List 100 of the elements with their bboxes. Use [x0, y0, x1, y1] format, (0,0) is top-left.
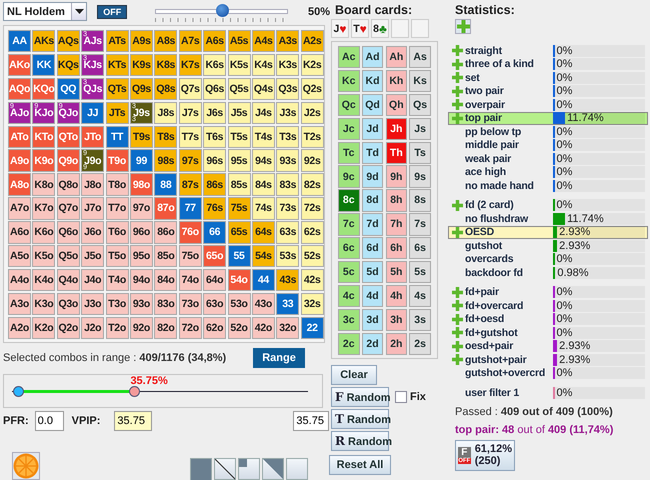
- card-cell[interactable]: Ad: [362, 46, 384, 68]
- statistic-row[interactable]: gutshot 2.93%: [448, 239, 648, 252]
- hand-cell[interactable]: 52o: [228, 316, 251, 340]
- hand-cell[interactable]: K2o: [32, 316, 56, 340]
- hand-cell[interactable]: J5o: [81, 244, 104, 268]
- blank-button[interactable]: [286, 458, 308, 480]
- hand-cell[interactable]: K6s: [203, 54, 226, 76]
- hand-cell[interactable]: J4o: [81, 268, 104, 292]
- hand-cell[interactable]: 42s: [300, 268, 324, 292]
- hand-cell[interactable]: QTs: [106, 78, 129, 100]
- hand-cell[interactable]: A4o: [8, 268, 31, 292]
- card-cell[interactable]: 5h: [386, 261, 408, 284]
- card-cell[interactable]: 2h: [386, 332, 408, 355]
- hand-cell[interactable]: K2s: [300, 54, 324, 76]
- hand-cell[interactable]: 96o: [130, 221, 153, 244]
- hand-cell[interactable]: JJ: [81, 102, 104, 124]
- hand-cell[interactable]: J4s: [252, 102, 275, 124]
- statistic-row[interactable]: fd+pair 0%: [448, 286, 648, 299]
- hand-cell[interactable]: 94o: [130, 268, 153, 292]
- card-cell[interactable]: 8s: [409, 189, 431, 212]
- weight-slider[interactable]: [155, 2, 288, 22]
- hand-cell[interactable]: J8o: [81, 173, 104, 196]
- hand-cell[interactable]: 62s: [300, 221, 324, 244]
- hand-cell[interactable]: 42o: [252, 316, 275, 340]
- hand-cell[interactable]: 77: [178, 197, 202, 220]
- hand-cell[interactable]: JTs: [106, 102, 129, 124]
- hand-cell[interactable]: 84s: [252, 173, 275, 196]
- hand-cell[interactable]: 43s: [276, 268, 300, 292]
- hand-cell[interactable]: Q2o: [56, 316, 80, 340]
- card-cell[interactable]: Ts: [409, 142, 431, 164]
- card-cell[interactable]: 3s: [409, 308, 431, 332]
- card-cell[interactable]: 6h: [386, 237, 408, 260]
- hand-cell[interactable]: Q7o: [56, 197, 80, 220]
- statistic-row[interactable]: fd+gutshot 0%: [448, 326, 648, 340]
- hand-cell[interactable]: 73s: [276, 197, 300, 220]
- hand-cell[interactable]: 62o: [203, 316, 226, 340]
- hand-cell[interactable]: 93o: [130, 292, 153, 316]
- game-dropdown[interactable]: NL Holdem: [3, 2, 88, 22]
- card-cell[interactable]: Ks: [409, 70, 431, 92]
- hand-cell[interactable]: Q8o: [56, 173, 80, 196]
- hand-cell[interactable]: 83s: [276, 173, 300, 196]
- add-button[interactable]: [455, 19, 471, 34]
- hand-cell[interactable]: J3o: [81, 292, 104, 316]
- hand-cell[interactable]: A2o: [8, 316, 31, 340]
- hand-cell[interactable]: 32s: [300, 292, 324, 316]
- card-cell[interactable]: Th: [386, 142, 408, 164]
- card-cell[interactable]: Js: [409, 118, 431, 140]
- hand-cell[interactable]: K7o: [32, 197, 56, 220]
- card-cell[interactable]: Jh: [386, 118, 408, 140]
- card-cell[interactable]: Kc: [338, 70, 360, 92]
- hand-cell[interactable]: A5o: [8, 244, 31, 268]
- statistic-row[interactable]: straight 0%: [448, 44, 648, 58]
- card-cell[interactable]: 5s: [409, 261, 431, 284]
- hand-cell[interactable]: KQs: [56, 54, 80, 76]
- statistic-row[interactable]: fd+overcard 0%: [448, 299, 648, 312]
- random-button[interactable]: R Random: [331, 430, 389, 451]
- hand-cell[interactable]: TT: [106, 126, 129, 148]
- card-cell[interactable]: 4h: [386, 284, 408, 308]
- hand-cell[interactable]: 73o: [178, 292, 202, 316]
- hand-cell[interactable]: K7s: [178, 54, 202, 76]
- card-cell[interactable]: 7d: [362, 213, 384, 236]
- hand-cell[interactable]: 53s: [276, 244, 300, 268]
- hand-cell[interactable]: A9s: [130, 30, 153, 52]
- hand-cell[interactable]: Q6o: [56, 221, 80, 244]
- hand-cell[interactable]: K3s: [276, 54, 300, 76]
- hand-cell[interactable]: T5s: [228, 126, 251, 148]
- pfr-field[interactable]: 0.0: [34, 411, 64, 431]
- hand-cell[interactable]: A5s: [228, 30, 251, 52]
- hand-cell[interactable]: Q5o: [56, 244, 80, 268]
- card-cell[interactable]: Jd: [362, 118, 384, 140]
- hand-cell[interactable]: A6s: [203, 30, 226, 52]
- random-button[interactable]: T Random: [331, 408, 389, 429]
- statistic-row[interactable]: overcards 0%: [448, 252, 648, 266]
- reset-all-button[interactable]: Reset All: [329, 454, 391, 475]
- hand-cell[interactable]: 74s: [252, 197, 275, 220]
- statistic-row[interactable]: weak pair 0%: [448, 152, 648, 166]
- statistic-row[interactable]: fd+oesd 0%: [448, 312, 648, 326]
- hand-cell[interactable]: T8o: [106, 173, 129, 196]
- hand-cell[interactable]: T9s: [130, 126, 153, 148]
- card-cell[interactable]: Ac: [338, 46, 360, 68]
- card-cell[interactable]: 7c: [338, 213, 360, 236]
- card-cell[interactable]: Tc: [338, 142, 360, 164]
- hand-cell[interactable]: A4s: [252, 30, 275, 52]
- hand-cell[interactable]: K6o: [32, 221, 56, 244]
- hand-cell[interactable]: 64s: [252, 221, 275, 244]
- card-cell[interactable]: 6s: [409, 237, 431, 260]
- hand-cell[interactable]: Q3o: [56, 292, 80, 316]
- board-card-slot[interactable]: J♥: [331, 19, 349, 38]
- statistic-row[interactable]: overpair 0%: [448, 98, 648, 112]
- hand-cell[interactable]: 92o: [130, 316, 153, 340]
- hand-cell[interactable]: 63s: [276, 221, 300, 244]
- random-button[interactable]: F Random: [331, 386, 389, 407]
- fix-checkbox[interactable]: [395, 390, 407, 403]
- card-cell[interactable]: 2s: [409, 332, 431, 355]
- hand-cell[interactable]: 33: [276, 292, 300, 316]
- hand-cell[interactable]: 97o: [130, 197, 153, 220]
- hand-cell[interactable]: T2o: [106, 316, 129, 340]
- hand-cell[interactable]: 44: [252, 268, 275, 292]
- hand-cell[interactable]: 72s: [300, 197, 324, 220]
- hand-cell[interactable]: T6s: [203, 126, 226, 148]
